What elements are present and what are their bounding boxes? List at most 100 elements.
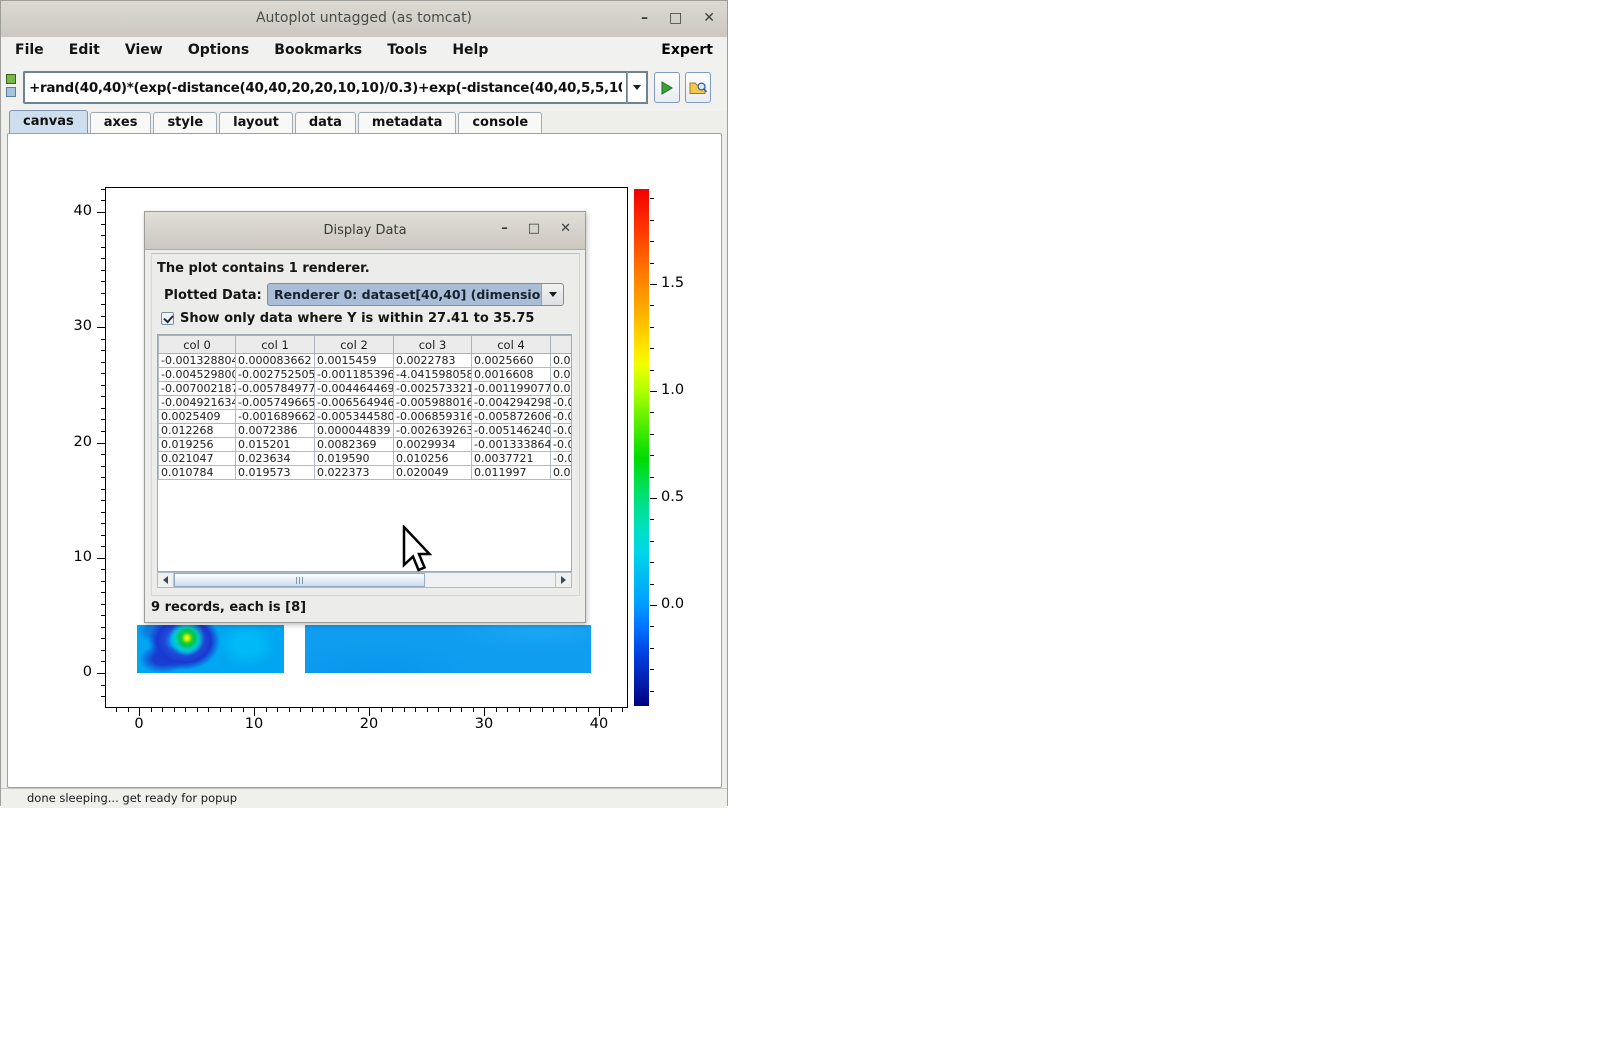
window-titlebar[interactable]: Autoplot untagged (as tomcat) – □ ✕ [1,1,727,38]
table-cell[interactable]: -0.004294298... [472,396,551,410]
table-cell[interactable]: 0.020049 [394,466,472,480]
column-header[interactable]: col 4 [472,336,551,354]
table-cell[interactable]: -0.005872606... [472,410,551,424]
table-cell[interactable]: 0.019256 [159,438,236,452]
table-cell[interactable]: 0.0022783 [394,354,472,368]
table-cell[interactable]: -0.0 [551,410,573,424]
table-cell[interactable]: 0.0025660 [472,354,551,368]
tab-data[interactable]: data [295,112,356,133]
table-cell[interactable]: -0.004921634... [159,396,236,410]
column-header[interactable]: col 1 [236,336,315,354]
table-cell[interactable]: 0.0016608 [472,368,551,382]
table-cell[interactable]: -0.001689662... [236,410,315,424]
table-cell[interactable]: 0.00 [551,382,573,396]
table-cell[interactable]: -0.001328804... [159,354,236,368]
table-cell[interactable]: 0.0072386 [236,424,315,438]
menu-tools[interactable]: Tools [377,37,437,63]
table-row[interactable]: 0.0025409-0.001689662...-0.005344580...-… [159,410,573,424]
table-cell[interactable]: 0.0025409 [159,410,236,424]
scroll-right-button[interactable] [555,573,571,587]
table-row[interactable]: 0.0192560.0152010.00823690.0029934-0.001… [159,438,573,452]
minimize-icon[interactable]: – [641,8,648,28]
menu-expert[interactable]: Expert [659,37,715,63]
table-row[interactable]: 0.0210470.0236340.0195900.0102560.003772… [159,452,573,466]
colorbar[interactable] [634,189,649,706]
table-cell[interactable]: -0.0 [551,452,573,466]
table-cell[interactable]: -0.001333864... [472,438,551,452]
menu-view[interactable]: View [115,37,173,63]
table-cell[interactable]: -0.005344580... [315,410,394,424]
table-row[interactable]: 0.0122680.00723860.000044839-0.002639263… [159,424,573,438]
table-cell[interactable]: -0.005784977... [236,382,315,396]
table-cell[interactable]: -0.002639263... [394,424,472,438]
table-row[interactable]: -0.001328804...0.0000836620.00154590.002… [159,354,573,368]
tab-layout[interactable]: layout [219,112,293,133]
inspect-uri-button[interactable] [685,72,711,103]
close-icon[interactable]: ✕ [703,8,715,28]
table-cell[interactable]: 0.0082369 [315,438,394,452]
maximize-icon[interactable]: □ [669,8,682,28]
table-cell[interactable]: 0.012268 [159,424,236,438]
table-cell[interactable]: -0.001199077... [472,382,551,396]
menu-bookmarks[interactable]: Bookmarks [264,37,372,63]
table-cell[interactable]: 0.00 [551,368,573,382]
table-cell[interactable]: 0.0015459 [315,354,394,368]
dialog-close-icon[interactable]: ✕ [560,220,571,238]
table-cell[interactable]: 0.019573 [236,466,315,480]
column-header[interactable]: col 0 [159,336,236,354]
table-cell[interactable]: 0.0037721 [472,452,551,466]
table-cell[interactable]: -0.006859316... [394,410,472,424]
column-header[interactable]: col 2 [315,336,394,354]
tab-metadata[interactable]: metadata [358,112,456,133]
datasource-type-icon[interactable] [6,74,16,97]
table-cell[interactable]: -0.002752505... [236,368,315,382]
scroll-left-button[interactable] [158,573,174,587]
table-cell[interactable]: 0.00 [551,466,573,480]
scrollbar-thumb[interactable] [174,573,425,587]
table-cell[interactable]: -4.041598058... [394,368,472,382]
table-cell[interactable]: 0.015201 [236,438,315,452]
heatmap-left-segment[interactable] [137,625,284,673]
table-cell[interactable]: -0.0 [551,424,573,438]
table-row[interactable]: -0.007002187...-0.005784977...-0.0044644… [159,382,573,396]
menu-file[interactable]: File [5,37,54,63]
dialog-titlebar[interactable]: Display Data – □ ✕ [145,212,585,250]
heatmap-right-segment[interactable] [305,625,591,673]
table-cell[interactable]: 0.000083662 [236,354,315,368]
table-cell[interactable]: 0.019590 [315,452,394,466]
table-cell[interactable]: 0.022373 [315,466,394,480]
table-row[interactable]: 0.0107840.0195730.0223730.0200490.011997… [159,466,573,480]
table-cell[interactable]: -0.005146240... [472,424,551,438]
scrollbar-track[interactable] [174,573,555,587]
dialog-minimize-icon[interactable]: – [501,220,508,238]
table-row[interactable]: -0.004529800...-0.002752505...-0.0011853… [159,368,573,382]
menu-edit[interactable]: Edit [59,37,110,63]
tab-canvas[interactable]: canvas [9,110,88,133]
horizontal-scrollbar[interactable] [157,572,572,588]
table-cell[interactable]: -0.007002187... [159,382,236,396]
table-cell[interactable]: -0.005988016... [394,396,472,410]
combobox-arrow-button[interactable] [541,284,563,305]
table-cell[interactable]: -0.004464469... [315,382,394,396]
table-cell[interactable]: 0.011997 [472,466,551,480]
table-cell[interactable]: 0.021047 [159,452,236,466]
column-header[interactable]: col 3 [394,336,472,354]
table-cell[interactable]: -0.001185396... [315,368,394,382]
table-cell[interactable]: -0.0 [551,396,573,410]
table-cell[interactable]: -0.002573321... [394,382,472,396]
tab-axes[interactable]: axes [90,112,152,133]
tab-style[interactable]: style [153,112,217,133]
dialog-maximize-icon[interactable]: □ [528,220,540,238]
table-cell[interactable]: 0.010256 [394,452,472,466]
table-cell[interactable]: 0.000044839 [315,424,394,438]
table-cell[interactable]: -0.0 [551,438,573,452]
table-cell[interactable]: -0.005749665... [236,396,315,410]
go-plot-button[interactable] [654,72,680,103]
uri-input[interactable] [23,71,628,104]
column-header[interactable] [551,336,573,354]
table-cell[interactable]: 0.010784 [159,466,236,480]
filter-checkbox[interactable] [161,312,174,325]
table-cell[interactable]: 0.00 [551,354,573,368]
tab-console[interactable]: console [458,112,542,133]
table-cell[interactable]: 0.0029934 [394,438,472,452]
